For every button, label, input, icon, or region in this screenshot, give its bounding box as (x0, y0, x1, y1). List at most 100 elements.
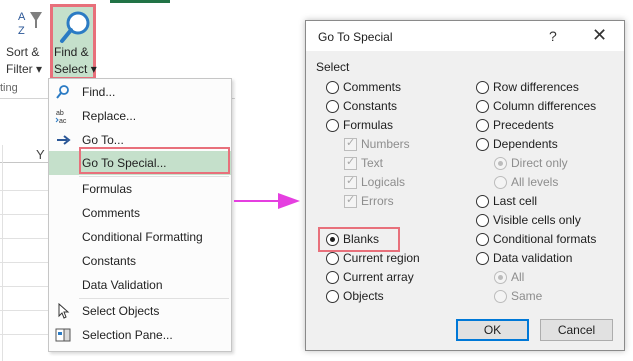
grid-line (2, 145, 3, 361)
magnifier-icon (60, 11, 90, 43)
radio-button[interactable] (476, 138, 489, 151)
grid-line (0, 190, 50, 191)
option-label: Conditional formats (493, 232, 597, 246)
select-group-label: Select (316, 60, 350, 74)
active-tab-indicator (110, 0, 170, 3)
option-label: Logicals (361, 175, 406, 189)
radio-button[interactable] (476, 195, 489, 208)
menu-item-selection-pane[interactable]: Selection Pane... (49, 323, 231, 347)
menu-item-conditional-formatting[interactable]: Conditional Formatting (49, 225, 231, 249)
radio-button[interactable] (494, 157, 507, 170)
help-button[interactable]: ? (549, 28, 557, 44)
radio-button[interactable] (326, 119, 339, 132)
radio-button[interactable] (476, 233, 489, 246)
find-label: Find & (54, 45, 89, 59)
arrow-right-icon (234, 193, 300, 209)
checkbox[interactable] (344, 193, 357, 208)
option-label: Text (361, 156, 384, 170)
option-label: Dependents (493, 137, 558, 151)
dialog-title-bar: Go To Special ? ✕ (306, 21, 624, 51)
menu-item-comments[interactable]: Comments (49, 201, 231, 225)
sort-label: Sort & (6, 45, 40, 59)
checkbox[interactable] (344, 136, 357, 151)
radio-button[interactable] (326, 290, 339, 303)
radio-button[interactable] (494, 290, 507, 303)
close-icon[interactable]: ✕ (592, 25, 607, 46)
option-label: All levels (511, 175, 559, 189)
ribbon-group-label: ting (0, 82, 18, 94)
option-label: Objects (343, 289, 384, 303)
sort-filter-icon: A Z (18, 11, 42, 37)
menu-item-data-validation[interactable]: Data Validation (49, 273, 231, 297)
option-label: Visible cells only (493, 213, 581, 227)
menu-item-select-objects[interactable]: Select Objects (49, 299, 231, 323)
radio-button[interactable] (326, 233, 339, 246)
option-label: Last cell (493, 194, 538, 208)
radio-button[interactable] (326, 271, 339, 284)
menu-item-label: Conditional Formatting (82, 230, 203, 244)
option-label: All (511, 270, 525, 284)
dialog-title: Go To Special (318, 30, 393, 44)
option-label: Blanks (343, 232, 380, 246)
menu-item-label: Replace... (82, 109, 137, 123)
radio-button[interactable] (326, 100, 339, 113)
option-label: Current region (343, 251, 420, 265)
menu-item-constants[interactable]: Constants (49, 249, 231, 273)
menu-item-label: Constants (82, 254, 137, 268)
menu-item-label: Selection Pane... (82, 328, 173, 342)
menu-item-label: Comments (82, 206, 141, 220)
option-label: Constants (343, 99, 398, 113)
option-label: Direct only (511, 156, 568, 170)
menu-item-label: Go To... (82, 133, 124, 147)
goto-special-callout (79, 147, 230, 174)
dialog-body: Select Comments Constants Formulas Numbe… (306, 51, 624, 350)
radio-button[interactable] (476, 81, 489, 94)
svg-text:Z: Z (18, 25, 25, 37)
radio-button[interactable] (494, 271, 507, 284)
cancel-button[interactable]: Cancel (540, 319, 613, 341)
column-header-line (0, 162, 50, 163)
arrow-right-icon (57, 135, 71, 145)
option-label: Comments (343, 80, 402, 94)
option-label: Current array (343, 270, 414, 284)
option-label: Formulas (343, 118, 394, 132)
radio-button[interactable] (476, 100, 489, 113)
menu-item-find[interactable]: Find... (49, 80, 231, 104)
radio-button[interactable] (326, 81, 339, 94)
ok-button[interactable]: OK (456, 319, 529, 341)
selection-pane-icon (55, 328, 71, 342)
svg-text:A: A (18, 11, 26, 23)
select-label: Select ▾ (54, 62, 97, 76)
svg-text:ac: ac (59, 118, 67, 124)
option-label: Data validation (493, 251, 573, 265)
menu-item-formulas[interactable]: Formulas (49, 177, 231, 201)
replace-icon: ab ac (55, 110, 67, 124)
menu-item-replace[interactable]: ab ac Replace... (49, 104, 231, 128)
grid-line (0, 286, 50, 287)
radio-button[interactable] (476, 119, 489, 132)
grid-line (0, 310, 50, 311)
radio-button[interactable] (494, 176, 507, 189)
pointer-icon (58, 303, 70, 319)
radio-button[interactable] (326, 252, 339, 265)
option-label: Same (511, 289, 543, 303)
magnifier-icon (56, 85, 69, 99)
grid-line (0, 238, 50, 239)
option-label: Numbers (361, 137, 410, 151)
checkbox[interactable] (344, 155, 357, 170)
grid-line (0, 214, 50, 215)
menu-item-label: Find... (82, 85, 116, 99)
grid-line (0, 334, 50, 335)
option-label: Column differences (493, 99, 597, 113)
menu-item-label: Formulas (82, 182, 133, 196)
filter-label: Filter ▾ (6, 62, 43, 76)
menu-item-label: Data Validation (82, 278, 163, 292)
option-label: Row differences (493, 80, 579, 94)
checkbox[interactable] (344, 174, 357, 189)
radio-button[interactable] (476, 252, 489, 265)
radio-button[interactable] (476, 214, 489, 227)
grid-line (0, 262, 50, 263)
menu-item-label: Select Objects (82, 304, 160, 318)
option-label: Errors (361, 194, 394, 208)
svg-text:ab: ab (56, 110, 64, 117)
